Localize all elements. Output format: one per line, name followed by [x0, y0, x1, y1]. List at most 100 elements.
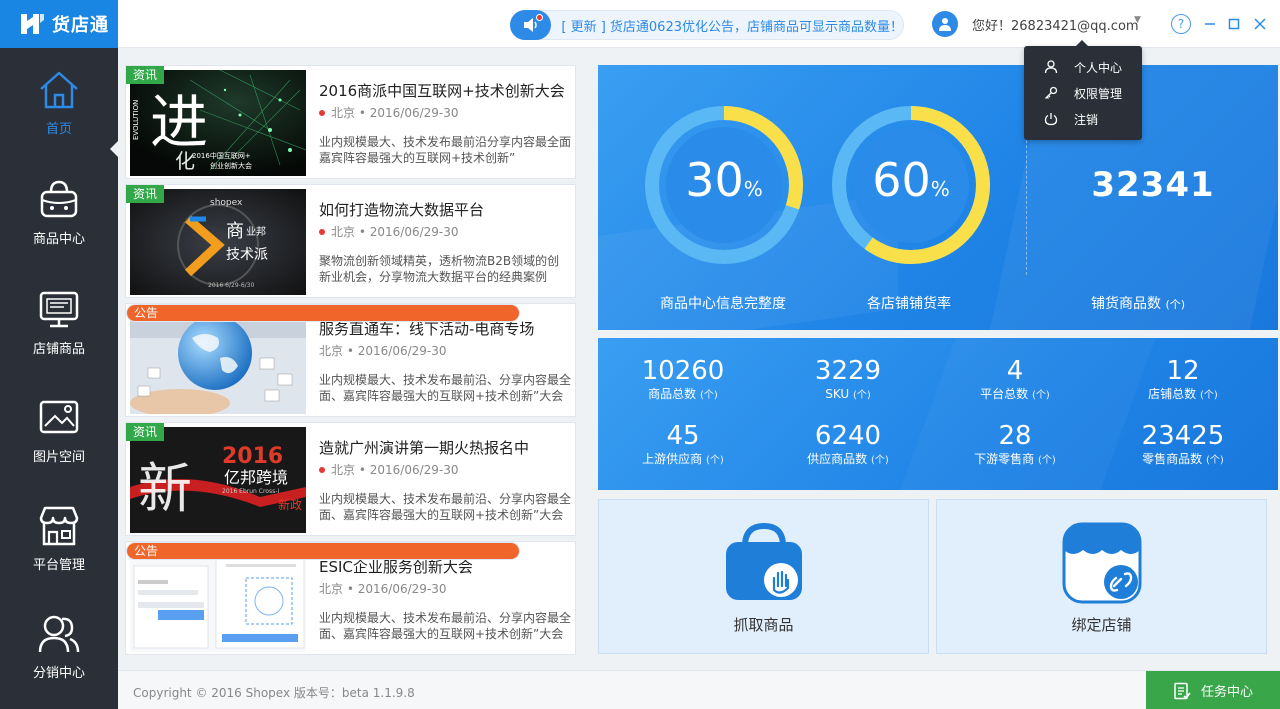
hot-dot-icon	[319, 109, 325, 116]
news-badge: 公告	[126, 304, 520, 322]
stat-label: 供应商品数	[807, 452, 868, 466]
news-title[interactable]: 如何打造物流大数据平台	[319, 199, 484, 220]
user-menu-dropdown: 个人中心 权限管理 注销	[1024, 40, 1142, 140]
news-badge: 资讯	[126, 185, 165, 203]
stat-cell[interactable]: 45 上游供应商 (个)	[598, 421, 768, 469]
news-thumbnail[interactable]: shopex 商 业邦 技术派 2016 6/29-6/30	[130, 189, 306, 295]
announcement-bar[interactable]: [ 更新 ] 货店通0623优化公告，店铺商品可显示商品数量！	[510, 10, 904, 40]
stat-cell[interactable]: 3229 SKU (个)	[763, 356, 933, 404]
user-greeting[interactable]: 您好！26823421@qq.com	[972, 15, 1139, 34]
sidebar-item-label: 平台管理	[32, 558, 85, 573]
app-logo[interactable]: 货店通	[0, 0, 118, 48]
notice-unread-dot	[536, 14, 544, 21]
stat-unit: (个)	[1206, 455, 1224, 466]
news-list: 进 化 EVOLUTION 2016中国互联网+ 创业创新大会 资讯 2016商…	[118, 48, 584, 668]
news-thumbnail[interactable]	[130, 546, 306, 652]
sidebar-item-image-space[interactable]: 图片空间	[0, 396, 118, 496]
news-description: 业内规模最大、技术发布最前沿、分享内容最全面、嘉宾阵容最强大的互联网+技术创新”…	[319, 492, 572, 522]
user-avatar-icon[interactable]	[932, 11, 958, 37]
news-item[interactable]: 新 2016 亿邦跨境 2016 Ebrun Cross-I 新政 资讯 造就广…	[125, 422, 576, 536]
close-icon[interactable]	[1250, 14, 1270, 34]
stat-label: 下游零售商	[974, 452, 1035, 466]
stat-label: 商品总数	[648, 387, 697, 401]
stat-cell[interactable]: 12 店铺总数 (个)	[1098, 356, 1268, 404]
stat-caption: 零售商品数 (个)	[1098, 451, 1268, 469]
news-meta: 北京 • 2016/06/29-30	[319, 104, 459, 121]
top-bar: 货店通 [ 更新 ] 货店通0623优化公告，店铺商品可显示商品数量！ 您好！2…	[0, 0, 1280, 48]
news-meta: 北京 • 2016/06/29-30	[319, 580, 447, 597]
stat-cell[interactable]: 23425 零售商品数 (个)	[1098, 421, 1268, 469]
grab-products-label: 抓取商品	[733, 616, 794, 634]
news-meta: 北京 • 2016/06/29-30	[319, 223, 459, 240]
chevron-down-icon[interactable]: ▼	[1134, 15, 1141, 25]
task-list-icon	[1174, 682, 1191, 699]
news-description: 业内规模最大、技术发布最前沿、分享内容最全面、嘉宾阵容最强大的互联网+技术创新”…	[319, 611, 572, 641]
meta-separator: •	[355, 462, 370, 477]
news-item[interactable]: shopex 商 业邦 技术派 2016 6/29-6/30 资讯 如何打造物流…	[125, 184, 576, 298]
stat-value: 6240	[814, 421, 882, 451]
menu-item-logout[interactable]: 注销	[1024, 106, 1142, 132]
news-thumbnail[interactable]: 新 2016 亿邦跨境 2016 Ebrun Cross-I 新政	[130, 427, 306, 533]
news-meta: 北京 • 2016/06/29-30	[319, 342, 447, 359]
news-meta: 北京 • 2016/06/29-30	[319, 461, 459, 478]
dashboard: 30% 商品中心信息完整度 60% 各店铺铺货率 32341 铺货商品数 (个)…	[584, 48, 1280, 668]
sidebar-item-product-center[interactable]: 商品中心	[0, 178, 118, 278]
storefront-icon	[39, 506, 79, 546]
news-date: 2016/06/29-30	[357, 343, 447, 358]
maximize-icon[interactable]	[1224, 14, 1244, 34]
help-icon[interactable]: ?	[1171, 14, 1191, 34]
completeness-value: 30%	[644, 153, 804, 207]
stat-caption: 供应商品数 (个)	[763, 451, 933, 469]
stat-unit: (个)	[700, 390, 718, 401]
sidebar-item-distribution-center[interactable]: 分销中心	[0, 612, 118, 709]
stat-cell[interactable]: 10260 商品总数 (个)	[598, 356, 768, 404]
footer: Copyright © 2016 Shopex 版本号：beta 1.1.9.8…	[118, 670, 1280, 709]
hot-dot-icon	[319, 466, 325, 473]
menu-item-personal-center[interactable]: 个人中心	[1024, 54, 1142, 80]
thumb-caption: 亿邦跨境	[224, 468, 288, 487]
monitor-icon	[39, 291, 79, 328]
task-center-button[interactable]: 任务中心	[1146, 671, 1280, 709]
news-item[interactable]: 进 化 EVOLUTION 2016中国互联网+ 创业创新大会 资讯 2016商…	[125, 65, 576, 179]
bind-shop-button[interactable]: 绑定店铺	[936, 499, 1267, 654]
speaker-icon[interactable]	[510, 10, 552, 40]
news-item[interactable]: 公告 服务直通车：线下活动-电商专场 北京 • 2016/06/29-30 业内…	[125, 303, 576, 417]
news-date: 2016/06/29-30	[369, 224, 459, 239]
sidebar-item-shop-products[interactable]: 店铺商品	[0, 288, 118, 388]
stat-cell[interactable]: 4 平台总数 (个)	[930, 356, 1100, 404]
news-date: 2016/06/29-30	[369, 462, 459, 477]
sidebar-item-platform-management[interactable]: 平台管理	[0, 504, 118, 604]
menu-item-permissions[interactable]: 权限管理	[1024, 80, 1142, 106]
stat-label: 上游供应商	[642, 452, 703, 466]
news-item[interactable]: 公告 ESIC企业服务创新大会 北京 • 2016/06/29-30 业内规模最…	[125, 541, 576, 655]
stock-rate-unit: %	[930, 177, 950, 201]
sidebar-item-home[interactable]: 首页	[0, 68, 118, 168]
news-title[interactable]: 2016商派中国互联网+技术创新大会	[319, 80, 565, 101]
grab-basket-icon	[726, 522, 802, 600]
stat-unit: (个)	[852, 390, 871, 401]
bind-shop-icon	[1062, 522, 1142, 604]
stat-unit: (个)	[1032, 390, 1050, 401]
thumb-caption: 新政	[278, 497, 302, 512]
stat-label: 店铺总数	[1148, 387, 1197, 401]
news-location: 北京	[319, 582, 344, 596]
thumb-caption: 业邦	[246, 225, 266, 238]
meta-separator: •	[343, 343, 358, 358]
minimize-icon[interactable]	[1200, 14, 1220, 34]
stocked-count-label: 铺货商品数	[1091, 296, 1161, 312]
news-thumbnail[interactable]: 进 化 EVOLUTION 2016中国互联网+ 创业创新大会	[130, 70, 306, 176]
news-thumbnail[interactable]	[130, 308, 306, 414]
stat-unit: (个)	[871, 455, 889, 466]
news-location: 北京	[331, 225, 356, 239]
stat-cell[interactable]: 6240 供应商品数 (个)	[763, 421, 933, 469]
stats-panel: 10260 商品总数 (个) 3229 SKU (个) 4 平台总数 (个) 1…	[598, 338, 1278, 490]
news-title[interactable]: 造就广州演讲第一期火热报名中	[319, 437, 529, 458]
stat-label: 平台总数	[980, 387, 1029, 401]
stat-value: 23425	[1141, 421, 1225, 451]
logo-text: 货店通	[52, 15, 109, 36]
stat-cell[interactable]: 28 下游零售商 (个)	[930, 421, 1100, 469]
announcement-text[interactable]: [ 更新 ] 货店通0623优化公告，店铺商品可显示商品数量！	[561, 16, 903, 35]
grab-products-button[interactable]: 抓取商品	[598, 499, 929, 654]
svg-text:EVOLUTION: EVOLUTION	[132, 100, 140, 140]
stocked-count-value[interactable]: 32341	[1088, 165, 1218, 205]
